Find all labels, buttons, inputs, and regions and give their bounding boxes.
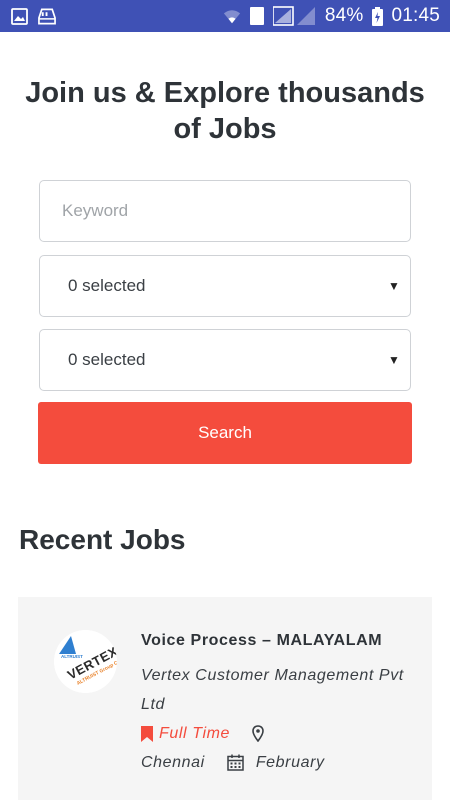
status-right: 84% 01:45 <box>223 5 440 27</box>
job-date: February <box>255 753 325 771</box>
clock: 01:45 <box>391 5 440 26</box>
svg-text:ALTRUIST: ALTRUIST <box>61 654 83 659</box>
job-title[interactable]: Voice Process – MALAYALAM <box>141 630 421 651</box>
storage-icon <box>38 7 56 25</box>
recent-jobs-heading: Recent Jobs <box>19 524 186 555</box>
job-type: Full Time <box>141 725 230 743</box>
company-logo: ALTRUIST VERTEX ALTRUIST Group Co. <box>54 630 117 693</box>
category-select[interactable]: 0 selected ▼ <box>39 255 411 317</box>
chevron-down-icon: ▼ <box>388 279 400 293</box>
calendar-icon <box>227 754 244 771</box>
keyword-input[interactable] <box>40 181 410 241</box>
job-info: Voice Process – MALAYALAM Vertex Custome… <box>141 630 421 777</box>
keyword-field[interactable] <box>39 180 411 242</box>
bookmark-icon <box>141 725 153 742</box>
signal-icon <box>272 6 317 26</box>
location-select-value: 0 selected <box>68 350 146 369</box>
sim-icon <box>249 7 265 25</box>
location-select[interactable]: 0 selected ▼ <box>39 329 411 391</box>
job-card[interactable]: ALTRUIST VERTEX ALTRUIST Group Co. Voice… <box>18 597 432 800</box>
search-button[interactable]: Search <box>38 402 412 464</box>
battery-percent: 84% <box>324 5 364 26</box>
status-bar: 84% 01:45 <box>0 0 450 32</box>
company-name: Vertex Customer Management Pvt Ltd <box>141 667 404 713</box>
location-pin-icon <box>252 725 264 742</box>
status-left <box>10 7 56 25</box>
wifi-icon <box>223 7 241 25</box>
page-title: Join us & Explore thousands of Jobs <box>25 77 425 145</box>
category-select-value: 0 selected <box>68 276 146 295</box>
chevron-down-icon: ▼ <box>388 353 400 367</box>
battery-charging-icon <box>371 6 383 26</box>
image-icon <box>10 7 28 25</box>
job-meta-row: Full Time <box>141 719 421 748</box>
job-meta-row-2: Chennai February <box>141 748 421 777</box>
job-type-label: Full Time <box>159 724 231 742</box>
job-location: Chennai <box>141 753 205 771</box>
